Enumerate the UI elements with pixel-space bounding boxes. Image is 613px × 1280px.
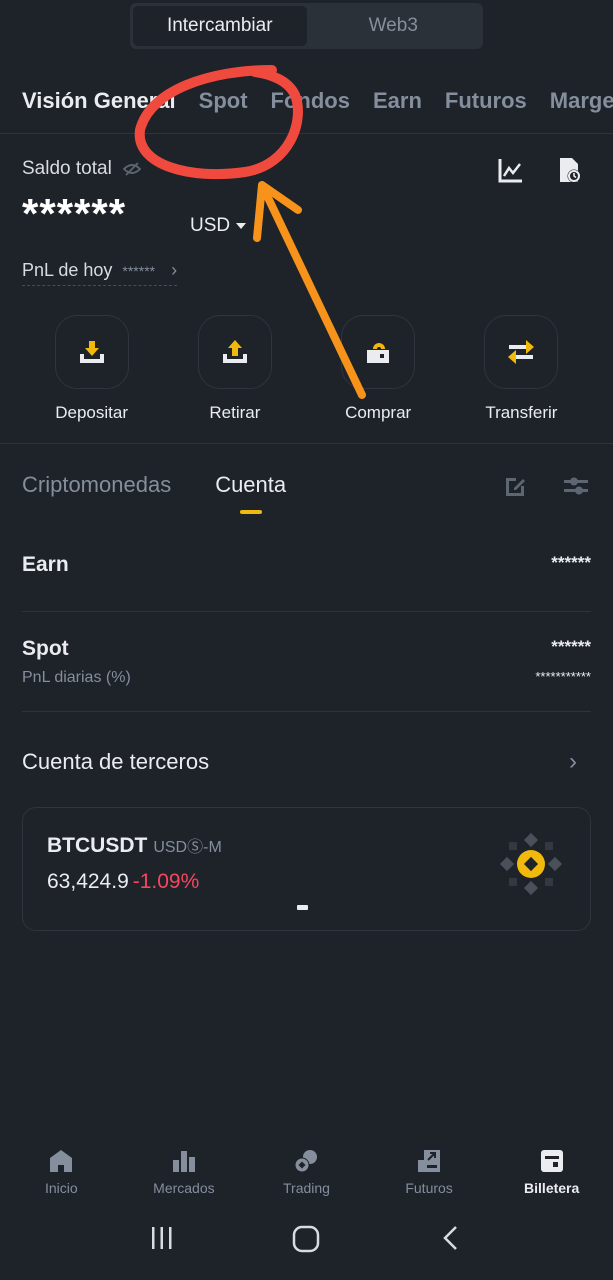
spot-title: Spot [22,637,69,660]
markets-icon [172,1151,195,1172]
switch-intercambiar[interactable]: Intercambiar [133,6,307,46]
account-row-spot[interactable]: Spot ****** PnL diarias (%) *********** [22,637,591,687]
nav-mercados[interactable]: Mercados [129,1148,239,1196]
chart-icon[interactable] [497,156,525,184]
carousel-indicator [297,905,308,910]
nav-trading-label: Trading [283,1180,330,1196]
nav-billetera-label: Billetera [524,1180,580,1196]
chevron-right-icon: › [569,748,577,775]
annotation-red-circle [134,65,303,180]
nav-inicio-label: Inicio [44,1180,78,1196]
buy-button[interactable]: Comprar [323,315,433,423]
filter-settings-icon[interactable] [563,474,589,498]
buy-icon [367,343,390,363]
trading-icon [294,1150,318,1173]
nav-billetera[interactable]: Billetera [497,1148,607,1196]
total-balance-text: Saldo total [22,158,112,179]
ticker-price: 63,424.9 [47,870,129,893]
transfer-icon [508,340,535,364]
spot-value: ****** [551,637,591,656]
divider [22,711,591,712]
currency-label: USD [190,215,231,236]
pnl-label: PnL de hoy [22,260,113,280]
earn-title: Earn [22,553,69,576]
ticker-pair: BTCUSDT USDⓈ-M [47,833,222,858]
ticker-change: -1.09% [132,870,200,893]
deposit-label: Depositar [55,403,128,422]
ticker-market: USDⓈ-M [153,839,222,856]
account-row-earn[interactable]: Earn ****** [22,553,591,577]
deposit-button[interactable]: Depositar [37,315,147,423]
divider [0,443,613,444]
eye-off-icon[interactable] [122,159,142,179]
total-balance-value: ****** [22,190,127,237]
home-icon [50,1150,73,1172]
tab-cuenta[interactable]: Cuenta [215,472,286,498]
bottom-navigation: Inicio Mercados Trading Futuros Billeter… [0,1148,613,1196]
nav-futuros-label: Futuros [405,1180,453,1196]
buy-label: Comprar [345,403,412,422]
pnl-value: ****** [122,262,156,279]
tab-futuros[interactable]: Futuros [445,88,527,114]
ticker-price-row: 63,424.9 -1.09% [47,870,199,894]
third-party-title: Cuenta de terceros [22,749,210,774]
recent-apps-icon[interactable] [149,1225,175,1251]
exchange-web3-switch: Intercambiar Web3 [130,3,483,49]
withdraw-button[interactable]: Retirar [180,315,290,423]
nav-futuros[interactable]: Futuros [374,1148,484,1196]
total-balance-label: Saldo total [22,158,142,180]
withdraw-icon [222,340,247,363]
wallet-category-tabs: Visión General Spot Fondos Earn Futuros … [22,88,613,114]
switch-web3[interactable]: Web3 [307,6,481,46]
system-navigation-bar [0,1225,613,1253]
nav-mercados-label: Mercados [153,1180,215,1196]
asset-view-tabs: Criptomonedas Cuenta [22,472,286,498]
third-party-accounts-row[interactable]: Cuenta de terceros › [22,748,591,776]
binance-logo-icon [499,832,563,896]
ticker-card[interactable]: BTCUSDT USDⓈ-M 63,424.9 -1.09% [22,807,591,931]
tab-criptomonedas[interactable]: Criptomonedas [22,472,171,498]
tab-fondos[interactable]: Fondos [271,88,350,114]
tab-margen[interactable]: Margen [550,88,613,114]
tab-vision-general[interactable]: Visión General [22,88,176,114]
back-icon[interactable] [438,1225,464,1251]
nav-trading[interactable]: Trading [251,1148,361,1196]
edit-icon[interactable] [504,474,528,498]
history-icon[interactable] [556,156,584,184]
divider [0,133,613,134]
spot-pnl-label: PnL diarias (%) [22,669,131,686]
spot-pnl-value: *********** [535,669,591,684]
transfer-label: Transferir [485,403,558,422]
tab-spot[interactable]: Spot [199,88,248,114]
tab-earn[interactable]: Earn [373,88,422,114]
home-button-icon[interactable] [292,1225,320,1253]
deposit-icon [79,341,104,363]
wallet-icon [540,1150,563,1172]
quick-actions: Depositar Retirar Comprar Transferir [0,315,613,423]
futures-icon [418,1150,441,1172]
nav-inicio[interactable]: Inicio [6,1148,116,1196]
earn-value: ****** [551,553,591,572]
chevron-right-icon: › [171,260,178,280]
divider [22,611,591,612]
withdraw-label: Retirar [209,403,261,422]
caret-down-icon [236,222,247,229]
transfer-button[interactable]: Transferir [466,315,576,423]
pnl-today[interactable]: PnL de hoy ****** › [22,260,178,286]
ticker-symbol: BTCUSDT [47,834,148,857]
currency-selector[interactable]: USD [190,215,247,237]
